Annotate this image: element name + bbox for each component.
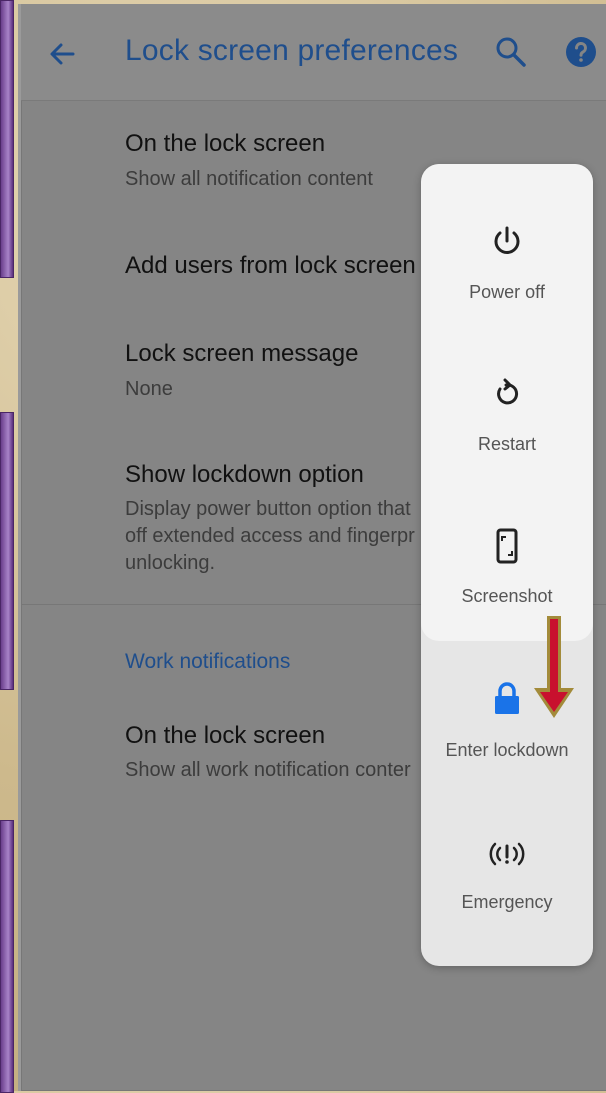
power-off-button[interactable]: Power off [421,224,593,376]
emergency-label: Emergency [461,892,553,912]
setting-subtitle: Show all work notification conter [125,759,411,781]
help-icon[interactable] [565,36,597,68]
setting-subtitle: Show all notification content [125,168,373,190]
lock-icon [495,682,519,714]
setting-title: Show lockdown option [125,461,364,488]
screenshot-label: Screenshot [461,586,553,606]
app-bar: Lock screen preferences [21,4,606,101]
annotation-arrow-down-icon [534,616,574,718]
restart-button[interactable]: Restart [421,376,593,528]
decorative-side-tab [0,820,14,1093]
screenshot-icon [496,528,518,564]
search-icon[interactable] [493,34,529,70]
power-icon [494,226,520,254]
emergency-icon [489,842,525,866]
decorative-side-tab [0,412,14,690]
power-off-label: Power off [469,282,545,302]
page-title: Lock screen preferences [125,34,459,67]
decorative-side-tab [0,0,14,278]
arrow-back-icon[interactable] [43,34,83,74]
setting-subtitle: Display power button option that off ext… [125,498,415,574]
power-menu: Power off Restart Screenshot Enter lockd… [421,164,593,966]
setting-title: Add users from lock screen [125,252,416,279]
emergency-button[interactable]: Emergency [421,836,593,966]
restart-label: Restart [477,434,537,454]
section-header-work: Work notifications [125,650,291,673]
enter-lockdown-label: Enter lockdown [445,740,569,760]
setting-title: On the lock screen [125,130,326,157]
restart-icon [497,378,519,405]
setting-title: Lock screen message [125,340,359,367]
setting-title: On the lock screen [125,722,326,749]
phone-screen: Lock screen preferences On the lock scre… [18,4,606,1091]
setting-subtitle: None [125,378,173,400]
